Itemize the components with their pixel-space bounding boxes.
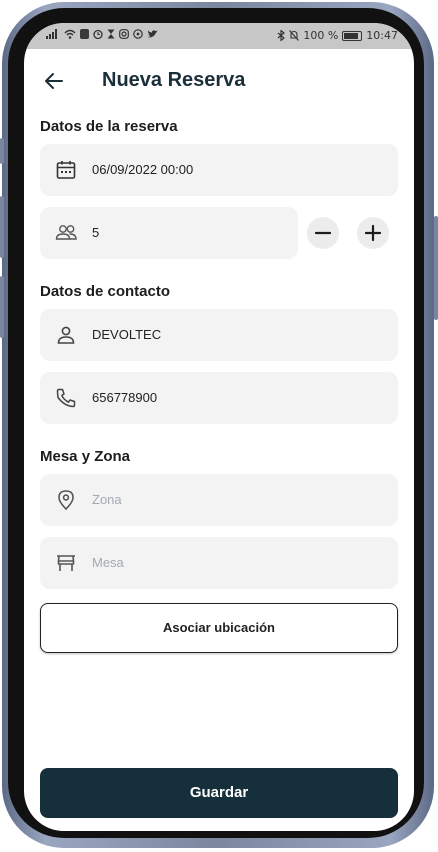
contact-phone-value: 656778900	[92, 390, 158, 405]
phone-power-button	[434, 216, 438, 320]
arrow-left-icon[interactable]	[42, 69, 66, 93]
table-icon	[57, 555, 75, 571]
plus-icon	[364, 224, 382, 242]
phone-volume-up-button	[0, 196, 4, 258]
status-bar: 100 % 10:47	[24, 23, 414, 49]
associate-location-button[interactable]: Asociar ubicación	[40, 603, 398, 653]
app-header: Nueva Reserva	[24, 65, 414, 97]
table-field[interactable]: Mesa	[40, 537, 398, 589]
wifi-icon	[64, 29, 76, 39]
guests-value: 5	[92, 225, 100, 240]
signal-icon	[46, 29, 57, 39]
app-screen: 100 % 10:47 Nueva Reserva Datos de la re…	[24, 23, 414, 831]
date-time-field[interactable]: 06/09/2022 00:00	[40, 144, 398, 196]
status-time: 10:47	[366, 29, 398, 42]
status-right-icons: 100 % 10:47	[277, 29, 398, 42]
phone-volume-down-button	[0, 276, 4, 338]
section-title-table-zone: Mesa y Zona	[40, 448, 131, 465]
zone-field[interactable]: Zona	[40, 474, 398, 526]
zone-placeholder: Zona	[92, 492, 122, 507]
person-icon	[57, 326, 75, 344]
battery-percent: 100 %	[303, 29, 339, 42]
table-placeholder: Mesa	[92, 555, 124, 570]
twitter-icon	[147, 30, 158, 38]
mute-icon	[289, 30, 300, 41]
section-title-contact: Datos de contacto	[40, 283, 171, 300]
contact-phone-field[interactable]: 656778900	[40, 372, 398, 424]
phone-side-button	[0, 138, 4, 164]
minus-icon	[314, 231, 332, 235]
date-time-value: 06/09/2022 00:00	[92, 162, 194, 177]
decrease-guests-button[interactable]	[307, 217, 339, 249]
calendar-icon	[56, 161, 76, 179]
contact-name-field[interactable]: DEVOLTEC	[40, 309, 398, 361]
section-title-reservation: Datos de la reserva	[40, 118, 178, 135]
save-button[interactable]: Guardar	[40, 768, 398, 818]
location-pin-icon	[58, 490, 74, 511]
contact-name-value: DEVOLTEC	[92, 327, 162, 342]
battery-icon	[342, 30, 363, 41]
instagram-icon	[119, 29, 129, 39]
phone-icon	[56, 388, 76, 408]
page-title: Nueva Reserva	[102, 69, 246, 91]
bluetooth-icon	[277, 30, 286, 41]
nfc-icon	[80, 29, 89, 39]
whatsapp-icon	[133, 29, 143, 39]
status-left-icons	[46, 29, 158, 39]
people-icon	[55, 225, 77, 240]
hourglass-icon	[107, 29, 115, 39]
guests-field[interactable]: 5	[40, 207, 298, 259]
alarm-icon	[93, 29, 103, 39]
increase-guests-button[interactable]	[357, 217, 389, 249]
